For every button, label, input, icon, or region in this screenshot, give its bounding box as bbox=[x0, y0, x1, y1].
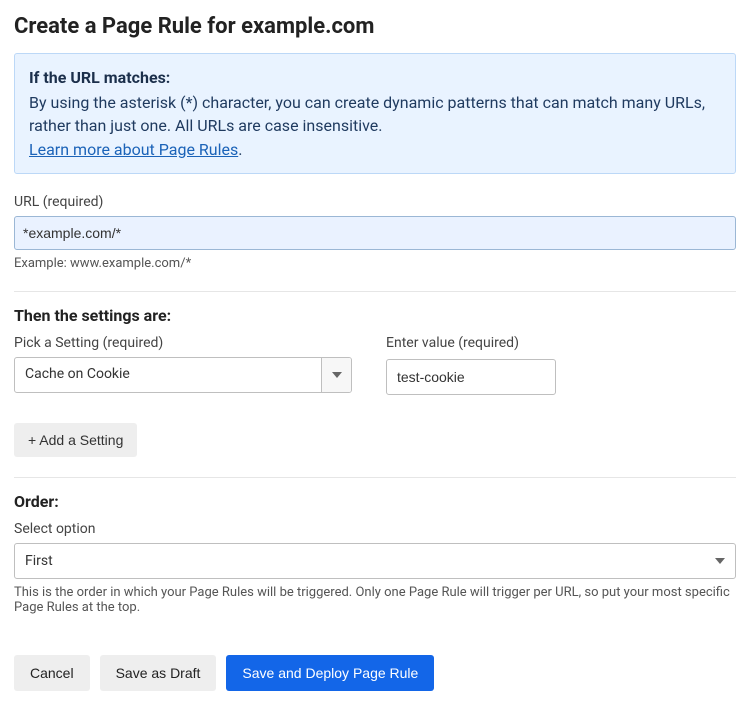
url-input[interactable] bbox=[14, 216, 736, 250]
caret-down-icon bbox=[715, 558, 725, 564]
url-example: Example: www.example.com/* bbox=[14, 256, 736, 271]
add-setting-button[interactable]: + Add a Setting bbox=[14, 423, 137, 457]
order-select[interactable]: First bbox=[14, 543, 736, 579]
divider bbox=[14, 477, 736, 478]
save-draft-button[interactable]: Save as Draft bbox=[100, 655, 217, 691]
info-body: By using the asterisk (*) character, you… bbox=[29, 91, 721, 137]
footer-buttons: Cancel Save as Draft Save and Deploy Pag… bbox=[14, 655, 736, 691]
order-help: This is the order in which your Page Rul… bbox=[14, 585, 736, 615]
enter-value-label: Enter value (required) bbox=[386, 335, 556, 351]
order-heading: Order: bbox=[14, 492, 736, 511]
page-title: Create a Page Rule for example.com bbox=[14, 14, 736, 39]
url-label: URL (required) bbox=[14, 194, 736, 210]
learn-more-link[interactable]: Learn more about Page Rules bbox=[29, 140, 238, 159]
order-selected: First bbox=[25, 553, 707, 569]
divider bbox=[14, 291, 736, 292]
info-heading: If the URL matches: bbox=[29, 66, 721, 89]
pick-setting-label: Pick a Setting (required) bbox=[14, 335, 352, 351]
pick-setting-caret-button[interactable] bbox=[321, 358, 351, 392]
pick-setting-select[interactable]: Cache on Cookie bbox=[14, 357, 352, 393]
setting-value-input[interactable] bbox=[386, 359, 556, 395]
cancel-button[interactable]: Cancel bbox=[14, 655, 90, 691]
order-select-label: Select option bbox=[14, 521, 736, 537]
pick-setting-selected: Cache on Cookie bbox=[15, 358, 321, 392]
save-deploy-button[interactable]: Save and Deploy Page Rule bbox=[226, 655, 434, 691]
settings-heading: Then the settings are: bbox=[14, 306, 736, 325]
info-period: . bbox=[238, 140, 242, 159]
caret-down-icon bbox=[332, 372, 342, 378]
info-box: If the URL matches: By using the asteris… bbox=[14, 53, 736, 174]
